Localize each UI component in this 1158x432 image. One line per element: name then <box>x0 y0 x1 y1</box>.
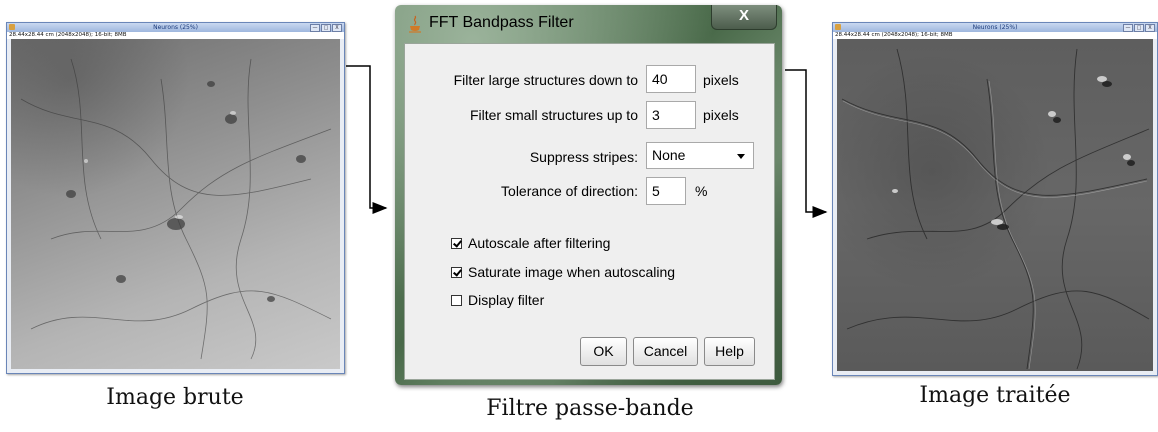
caption-raw-image: Image brute <box>106 385 244 410</box>
tolerance-input[interactable]: 5 <box>646 177 686 205</box>
autoscale-label: Autoscale after filtering <box>468 235 611 251</box>
tolerance-label: Tolerance of direction: <box>501 183 638 199</box>
help-button[interactable]: Help <box>704 337 755 366</box>
filter-large-label: Filter large structures down to <box>453 72 638 88</box>
filter-small-input[interactable]: 3 <box>646 101 696 129</box>
suppress-stripes-select[interactable]: None <box>646 142 754 169</box>
arrow-filter-to-processed <box>785 69 828 218</box>
display-filter-label: Display filter <box>468 292 545 308</box>
caption-bandpass-filter: Filtre passe-bande <box>486 396 694 421</box>
java-cup-icon <box>409 15 421 33</box>
chevron-down-icon <box>737 154 745 159</box>
suppress-stripes-label: Suppress stripes: <box>529 149 638 165</box>
ok-button[interactable]: OK <box>580 337 627 366</box>
display-filter-checkbox[interactable] <box>451 294 462 306</box>
arrow-raw-to-filter <box>346 65 388 214</box>
saturate-label: Saturate image when autoscaling <box>468 264 676 280</box>
suppress-stripes-value: None <box>652 147 686 163</box>
fft-bandpass-dialog[interactable]: FFT Bandpass Filter X Filter large struc… <box>395 5 782 385</box>
tolerance-unit: % <box>695 183 708 199</box>
dialog-title: FFT Bandpass Filter <box>429 14 574 31</box>
cancel-button[interactable]: Cancel <box>633 337 698 366</box>
filter-small-label: Filter small structures up to <box>469 107 638 123</box>
saturate-checkbox-row[interactable]: Saturate image when autoscaling <box>451 264 675 280</box>
autoscale-checkbox[interactable] <box>451 237 462 249</box>
filter-large-unit: pixels <box>703 72 739 88</box>
dialog-close-button[interactable]: X <box>711 5 777 30</box>
caption-processed-image: Image traitée <box>919 383 1071 408</box>
filter-small-unit: pixels <box>703 107 739 123</box>
display-filter-checkbox-row[interactable]: Display filter <box>451 292 544 308</box>
filter-large-input[interactable]: 40 <box>646 65 696 93</box>
dialog-client-area: Filter large structures down to 40 pixel… <box>404 43 775 380</box>
autoscale-checkbox-row[interactable]: Autoscale after filtering <box>451 235 610 251</box>
saturate-checkbox[interactable] <box>451 266 462 278</box>
